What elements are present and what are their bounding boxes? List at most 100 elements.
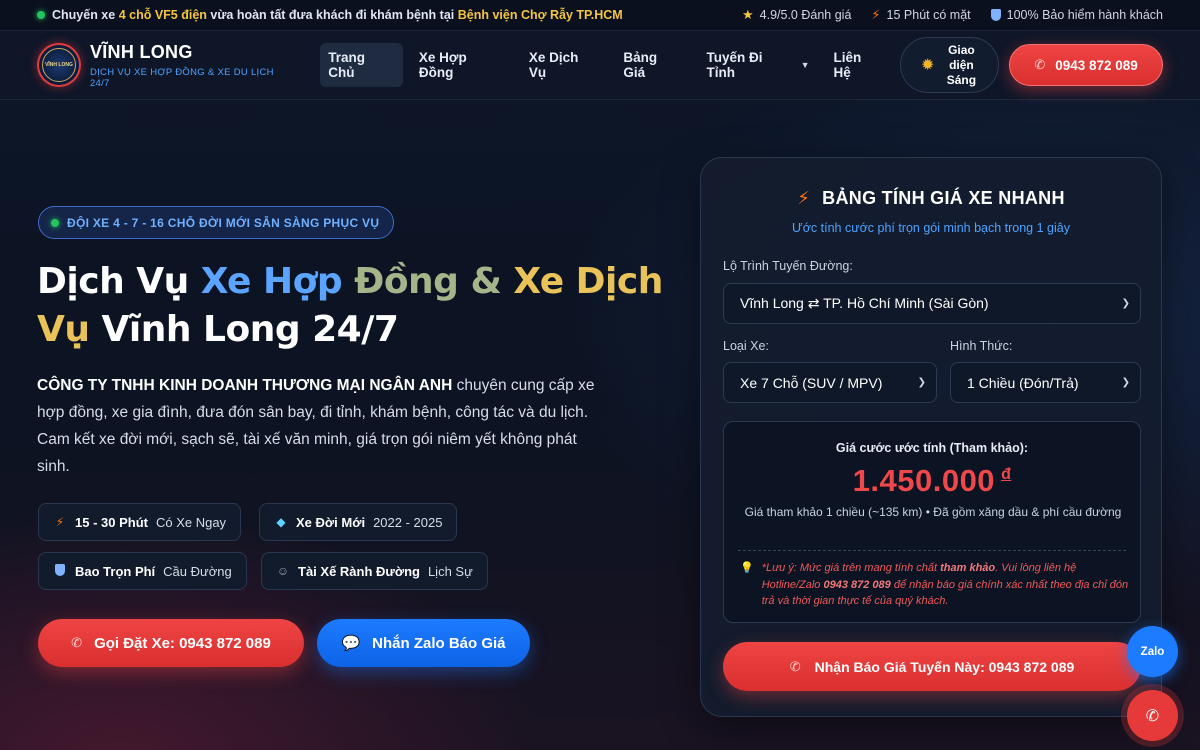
news-middle: vừa hoàn tất đưa khách đi khám bệnh tại	[210, 8, 455, 22]
vehicle-select-value: Xe 7 Chỗ (SUV / MPV)	[740, 374, 883, 391]
nav-label: Xe Hợp Đồng	[418, 50, 467, 80]
star-icon: ★	[742, 7, 754, 22]
brand[interactable]: VĨNH LONG DỊCH VỤ XE HỢP ĐỒNG & XE DU LỊ…	[90, 42, 296, 89]
nav-label: Xe Dịch Vụ	[528, 50, 579, 80]
chevron-down-icon: ❯	[1121, 298, 1130, 309]
call-to-book-button[interactable]: ✆ Gọi Đặt Xe: 0943 872 089	[38, 619, 304, 667]
feature-new-cars: ◆ Xe Đời Mới 2022 - 2025	[259, 503, 458, 541]
title-part: Dịch Vụ	[37, 261, 201, 302]
shield-icon	[990, 9, 1001, 21]
get-route-quote-button[interactable]: ✆ Nhận Báo Giá Tuyến Này: 0943 872 089	[723, 642, 1141, 691]
feature-bold: Xe Đời Mới	[296, 514, 366, 530]
driver-icon: ☺	[276, 564, 290, 578]
route-select-value: Vĩnh Long ⇄ TP. Hồ Chí Minh (Sài Gòn)	[740, 295, 989, 311]
estimated-price: 1.450.000 đ	[724, 463, 1140, 499]
phone-icon: ✆	[1034, 57, 1046, 72]
status-dot-icon	[51, 218, 59, 227]
stat-rating: ★ 4.9/5.0 Đánh giá	[742, 7, 851, 23]
phone-icon: ✆	[789, 658, 801, 674]
trip-mode-label: Hình Thức:	[950, 339, 1013, 353]
title-highlight-gold: Xe Dịch	[513, 261, 663, 302]
company-name: CÔNG TY TNHH KINH DOANH THƯƠNG MẠI NGÂN …	[37, 377, 453, 394]
theme-toggle-button[interactable]: ✹ Giao diện Sáng	[900, 37, 1000, 93]
nav-item-province-routes[interactable]: Tuyến Đi Tỉnh ▼	[699, 43, 818, 87]
feature-text: Cầu Đường	[163, 563, 232, 579]
disclaimer-text: *Lưu ý: Mức giá trên mang tính chất tham…	[762, 560, 1130, 610]
logo-text: VĨNH LONG	[45, 62, 73, 68]
disclaimer-bold: tham khảo	[940, 562, 996, 574]
main-nav: Trang Chủ Xe Hợp Đồng Xe Dịch Vụ Bảng Gi…	[316, 43, 894, 87]
trip-mode-select[interactable]: 1 Chiều (Đón/Trả) ❯	[950, 362, 1141, 403]
price-calculator-card: ⚡ BẢNG TÍNH GIÁ XE NHANH Ước tính cước p…	[700, 157, 1162, 717]
price-disclaimer: 💡 *Lưu ý: Mức giá trên mang tính chất th…	[740, 560, 1130, 610]
lightbulb-icon: 💡	[740, 562, 754, 574]
header-phone-number: 0943 872 089	[1055, 57, 1138, 73]
news-ticker: Chuyến xe 4 chỗ VF5 điện vừa hoàn tất đư…	[37, 8, 623, 22]
nav-label: Tuyến Đi Tỉnh	[706, 50, 763, 80]
nav-item-pricing[interactable]: Bảng Giá	[615, 43, 690, 87]
phone-icon: ✆	[1145, 707, 1160, 725]
title-highlight-gold-2: Vụ	[37, 309, 90, 350]
theme-toggle-label: Giao diện Sáng	[946, 42, 977, 87]
call-to-book-label: Gọi Đặt Xe: 0943 872 089	[94, 634, 271, 652]
nav-item-home[interactable]: Trang Chủ	[320, 43, 403, 87]
nav-label: Liên Hệ	[833, 50, 862, 80]
hero-description: CÔNG TY TNHH KINH DOANH THƯƠNG MẠI NGÂN …	[37, 372, 597, 480]
calculator-subtitle: Ước tính cước phí trọn gói minh bạch tro…	[792, 221, 1070, 235]
stat-insurance-text: 100% Bảo hiểm hành khách	[1006, 8, 1163, 22]
bolt-icon: ⚡	[55, 515, 65, 529]
feature-bold: Bao Trọn Phí	[75, 563, 156, 579]
calculator-title-text: BẢNG TÍNH GIÁ XE NHANH	[822, 188, 1065, 208]
route-select[interactable]: Vĩnh Long ⇄ TP. Hồ Chí Minh (Sài Gòn) ❯	[723, 283, 1141, 324]
nav-label: Trang Chủ	[328, 50, 365, 80]
diamond-icon: ◆	[276, 515, 286, 529]
feature-all-fees: Bao Trọn Phí Cầu Đường	[38, 552, 247, 590]
hero-badge-text: ĐỘI XE 4 - 7 - 16 CHỖ ĐỜI MỚI SẴN SÀNG P…	[67, 215, 380, 230]
logo[interactable]: VĨNH LONG	[37, 43, 81, 87]
price-note: Giá tham khảo 1 chiều (~135 km) • Đã gồm…	[744, 505, 1122, 519]
stat-arrival-text: 15 Phút có mặt	[886, 8, 971, 22]
feature-text: 2022 - 2025	[373, 514, 443, 530]
nav-item-contact[interactable]: Liên Hệ	[826, 43, 891, 87]
stat-rating-text: 4.9/5.0 Đánh giá	[759, 8, 852, 22]
chat-bubble-icon: 💬	[341, 635, 361, 652]
zalo-quote-label: Nhắn Zalo Báo Giá	[372, 634, 506, 652]
feature-text: Lịch Sự	[427, 563, 473, 579]
get-route-quote-label: Nhận Báo Giá Tuyến Này: 0943 872 089	[814, 658, 1075, 675]
nav-item-service-car[interactable]: Xe Dịch Vụ	[521, 43, 607, 87]
news-text: Chuyến xe 4 chỗ VF5 điện vừa hoàn tất đư…	[52, 8, 623, 22]
header-call-button[interactable]: ✆ 0943 872 089	[1009, 44, 1163, 86]
feature-bold: Tài Xế Rành Đường	[298, 563, 420, 579]
caret-down-icon: ▼	[800, 60, 810, 70]
chevron-down-icon: ❯	[917, 377, 926, 388]
hero-badge: ĐỘI XE 4 - 7 - 16 CHỖ ĐỜI MỚI SẴN SÀNG P…	[38, 206, 395, 239]
disclaimer-part: *Lưu ý: Mức giá trên mang tính chất	[761, 562, 941, 574]
news-highlight-hospital: Bệnh viện Chợ Rẫy TP.HCM	[457, 8, 623, 22]
floating-zalo-button[interactable]: Zalo	[1127, 626, 1178, 677]
feature-bold: 15 - 30 Phút	[75, 514, 148, 530]
announcement-bar: Chuyến xe 4 chỗ VF5 điện vừa hoàn tất đư…	[0, 0, 1200, 31]
result-divider	[738, 550, 1126, 551]
hero-title: Dịch Vụ Xe Hợp Đồng & Xe Dịch Vụ Vĩnh Lon…	[37, 258, 677, 354]
zalo-quote-button[interactable]: 💬 Nhắn Zalo Báo Giá	[317, 619, 530, 667]
title-ampersand: &	[458, 261, 514, 302]
bolt-icon: ⚡	[871, 7, 881, 22]
calculator-title: ⚡ BẢNG TÍNH GIÁ XE NHANH	[701, 188, 1161, 209]
brand-name: VĨNH LONG	[89, 41, 193, 62]
vehicle-select[interactable]: Xe 7 Chỗ (SUV / MPV) ❯	[723, 362, 937, 403]
route-label: Lộ Trình Tuyến Đường:	[723, 259, 853, 273]
feature-driver: ☺ Tài Xế Rành Đường Lịch Sự	[261, 552, 488, 590]
floating-call-button[interactable]: ✆	[1127, 690, 1178, 741]
stat-insurance: 100% Bảo hiểm hành khách	[990, 8, 1163, 22]
shield-icon	[53, 563, 67, 579]
price-result-panel: Giá cước ước tính (Tham khảo): 1.450.000…	[723, 421, 1141, 623]
live-dot-icon	[37, 11, 45, 19]
result-label: Giá cước ước tính (Tham khảo):	[835, 441, 1029, 455]
title-part-end: Vĩnh Long 24/7	[89, 309, 399, 350]
price-value: 1.450.000	[852, 463, 996, 498]
news-highlight-vehicle: 4 chỗ VF5 điện	[118, 8, 207, 22]
nav-item-contract-car[interactable]: Xe Hợp Đồng	[411, 43, 513, 87]
disclaimer-hotline: 0943 872 089	[823, 578, 891, 591]
floating-zalo-label: Zalo	[1140, 645, 1165, 658]
title-highlight-green: Đồng	[342, 261, 459, 302]
